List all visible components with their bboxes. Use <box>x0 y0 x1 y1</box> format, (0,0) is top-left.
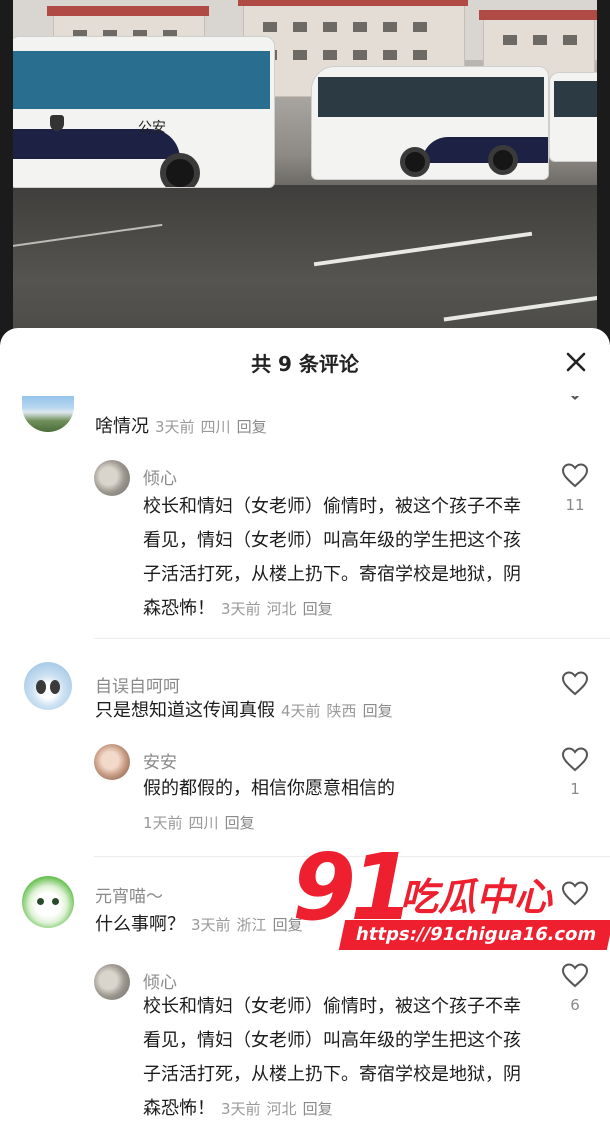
avatar <box>94 964 130 1000</box>
heart-outline-icon <box>561 671 589 696</box>
reply-item: 倾心 校长和情妇（女老师）偷情时，被这个孩子不幸看见，情妇（女老师）叫高年级的学… <box>0 458 610 638</box>
comment-meta: 3天前 河北 回复 <box>221 600 339 618</box>
divider <box>94 638 610 639</box>
comment-item: 元宵喵～ 什么事啊？ 3天前 浙江 回复 <box>0 874 610 944</box>
like-button[interactable] <box>560 880 590 906</box>
comments-list[interactable]: 啥情况 3天前 四川 回复 倾心 校长和情妇（女老师）偷情时，被这个孩子不幸看见，情妇… <box>0 396 610 1127</box>
comments-header: 共 9 条评论 <box>0 328 610 396</box>
reply-button[interactable]: 回复 <box>303 600 333 618</box>
like-button[interactable] <box>560 670 590 696</box>
comment-location: 四川 <box>200 418 231 436</box>
comment-nickname[interactable]: 安安 <box>143 748 177 773</box>
comment-time: 3天前 <box>191 916 231 934</box>
avatar <box>94 460 130 496</box>
comment-location: 四川 <box>188 814 219 832</box>
comment-nickname[interactable]: 倾心 <box>143 464 177 489</box>
video-scene: 公安 <box>13 0 597 345</box>
avatar <box>24 662 72 710</box>
police-bus-left: 公安 <box>13 36 275 188</box>
comment-text: 啥情况 <box>95 416 149 437</box>
bus-label: 公安 <box>138 120 166 136</box>
police-bus-right <box>549 72 597 162</box>
reply-button[interactable]: 回复 <box>303 1100 333 1118</box>
reply-button[interactable]: 回复 <box>237 418 267 436</box>
reply-item: 安安 假的都假的，相信你愿意相信的 1天前 四川 回复 1 <box>0 742 610 842</box>
reply-button[interactable]: 回复 <box>225 814 255 832</box>
comment-body: 只是想知道这传闻真假 4天前 陕西 回复 <box>95 694 535 728</box>
comment-text: 假的都假的，相信你愿意相信的 <box>143 778 395 799</box>
heart-outline-icon <box>561 463 589 488</box>
video-frame[interactable]: 公安 <box>0 0 610 345</box>
avatar <box>22 396 74 432</box>
like-button[interactable]: 1 <box>560 746 590 798</box>
divider <box>94 856 610 857</box>
comment-time: 3天前 <box>221 1100 261 1118</box>
comment-text: 只是想知道这传闻真假 <box>95 700 275 721</box>
comment-item: 自误自呵呵 只是想知道这传闻真假 4天前 陕西 回复 <box>0 658 610 728</box>
comment-meta: 4天前 陕西 回复 <box>281 702 399 720</box>
comments-sheet: 共 9 条评论 啥情况 3天前 四川 回复 倾心 校长和情妇（女老师）偷情时，被… <box>0 328 610 1127</box>
like-count: 6 <box>570 996 580 1014</box>
close-button[interactable] <box>560 346 592 378</box>
reply-item: 倾心 校长和情妇（女老师）偷情时，被这个孩子不幸看见，情妇（女老师）叫高年级的学… <box>0 962 610 1127</box>
comment-body: 校长和情妇（女老师）偷情时，被这个孩子不幸看见，情妇（女老师）叫高年级的学生把这… <box>143 990 535 1126</box>
heart-outline-icon <box>561 881 589 906</box>
comment-time: 1天前 <box>143 814 183 832</box>
heart-outline-icon <box>561 747 589 772</box>
comment-location: 河北 <box>266 600 297 618</box>
comments-count-title: 共 9 条评论 <box>251 352 359 376</box>
comment-time: 3天前 <box>221 600 261 618</box>
comment-body: 校长和情妇（女老师）偷情时，被这个孩子不幸看见，情妇（女老师）叫高年级的学生把这… <box>143 490 535 626</box>
comment-meta: 3天前 四川 回复 <box>155 418 273 436</box>
comment-nickname[interactable]: 元宵喵～ <box>95 882 163 907</box>
comment-meta: 1天前 四川 回复 <box>143 814 261 832</box>
comment-location: 河北 <box>266 1100 297 1118</box>
collapse-button[interactable] <box>560 396 590 404</box>
comment-body: 啥情况 3天前 四川 回复 <box>95 410 535 444</box>
comment-body: 假的都假的，相信你愿意相信的 1天前 四川 回复 <box>143 772 535 840</box>
comment-text: 什么事啊？ <box>95 914 185 935</box>
comment-time: 4天前 <box>281 702 321 720</box>
avatar <box>94 744 130 780</box>
comment-time: 3天前 <box>155 418 195 436</box>
comment-meta: 3天前 河北 回复 <box>221 1100 339 1118</box>
reply-button[interactable]: 回复 <box>273 916 303 934</box>
comment-location: 陕西 <box>326 702 357 720</box>
like-button[interactable]: 11 <box>560 462 590 514</box>
close-icon <box>566 352 586 372</box>
heart-outline-icon <box>561 963 589 988</box>
comment-meta: 3天前 浙江 回复 <box>191 916 309 934</box>
reply-button[interactable]: 回复 <box>363 702 393 720</box>
comment-body: 什么事啊？ 3天前 浙江 回复 <box>95 908 535 942</box>
comment-location: 浙江 <box>236 916 267 934</box>
like-count: 1 <box>570 780 580 798</box>
avatar <box>22 876 74 928</box>
like-button[interactable]: 6 <box>560 962 590 1014</box>
like-count: 11 <box>565 496 585 514</box>
comment-item: 啥情况 3天前 四川 回复 <box>0 396 610 456</box>
police-bus-middle <box>311 66 549 180</box>
chevron-down-icon <box>570 396 580 400</box>
